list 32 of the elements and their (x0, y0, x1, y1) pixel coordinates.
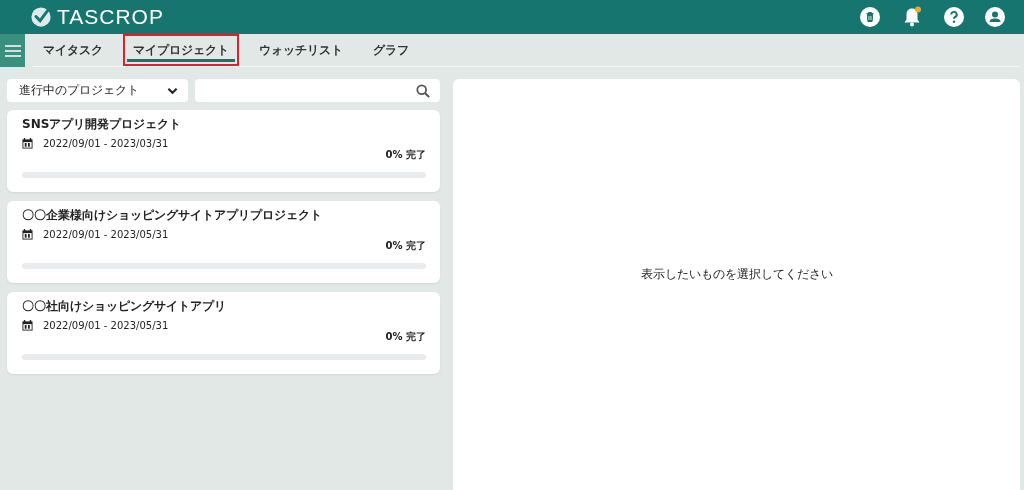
search-field[interactable] (195, 79, 440, 102)
tab[interactable]: マイタスク (37, 40, 109, 62)
project-card[interactable]: SNSアプリ開発プロジェクト 2022/09/01 - 2023/03/31 0% 完了 (7, 110, 440, 192)
menu-icon (4, 44, 21, 57)
project-card[interactable]: 〇〇企業様向けショッピングサイトアプリプロジェクト 2022/09/01 - 2023/05/31 0% 完了 (7, 201, 440, 283)
tab[interactable]: ウォッチリスト (253, 40, 349, 62)
tab[interactable]: マイプロジェクト (127, 40, 235, 62)
project-card[interactable]: 〇〇社向けショッピングサイトアプリ 2022/09/01 - 2023/05/31 0% 完了 (7, 292, 440, 374)
project-name: 〇〇社向けショッピングサイトアプリ (22, 298, 227, 315)
project-period: 2022/09/01 - 2023/05/31 (43, 229, 169, 240)
chevron-down-icon (167, 86, 178, 95)
trash-icon[interactable] (860, 7, 880, 27)
calendar-icon (22, 320, 33, 331)
project-name: 〇〇企業様向けショッピングサイトアプリプロジェクト (22, 207, 323, 224)
help-icon[interactable] (944, 7, 964, 27)
logo-check-icon (30, 6, 52, 28)
progress-text: 0% 完了 (385, 239, 426, 253)
project-period: 2022/09/01 - 2023/05/31 (43, 320, 169, 331)
search-icon (416, 83, 430, 98)
calendar-icon (22, 138, 33, 149)
calendar-icon (22, 229, 33, 240)
logo-text: TASCROP (57, 5, 164, 29)
progress-text: 0% 完了 (385, 330, 426, 344)
project-name: SNSアプリ開発プロジェクト (22, 116, 183, 133)
tab[interactable]: グラフ (367, 40, 415, 62)
bell-icon[interactable] (901, 6, 923, 28)
progress-text: 0% 完了 (385, 148, 426, 162)
menu-button[interactable] (0, 34, 25, 67)
project-filter-dropdown[interactable]: 進行中のプロジェクト (7, 79, 188, 102)
user-icon[interactable] (985, 7, 1005, 27)
project-period: 2022/09/01 - 2023/03/31 (43, 138, 169, 149)
empty-message: 表示したいものを選択してください (640, 266, 833, 283)
